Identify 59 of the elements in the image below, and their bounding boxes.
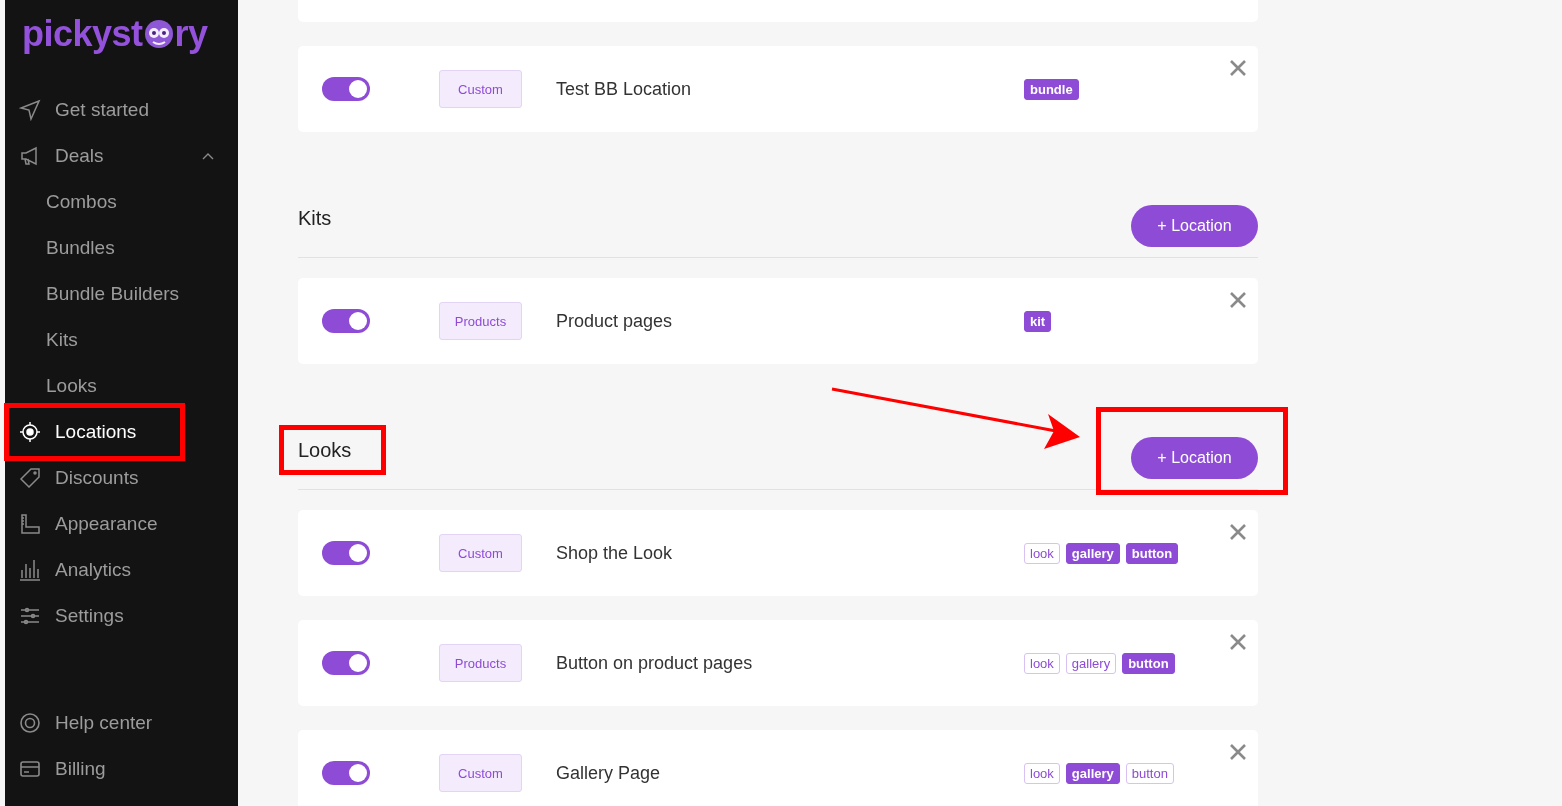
toggle-switch[interactable] (322, 77, 370, 101)
location-name: Shop the Look (556, 542, 674, 564)
tag: gallery (1065, 652, 1117, 674)
nav-item[interactable]: Settings (5, 593, 238, 639)
nav-item[interactable]: Bundle Builders (5, 271, 238, 317)
toggle-switch[interactable] (322, 309, 370, 333)
location-name: Button on product pages (556, 652, 754, 674)
nav-item[interactable]: Help center (5, 700, 238, 746)
nav-item[interactable]: Kits (5, 317, 238, 363)
tag: button (1122, 652, 1175, 674)
ruler-icon (19, 513, 41, 535)
close-icon[interactable] (1230, 60, 1246, 76)
close-icon[interactable] (1230, 524, 1246, 540)
type-chip: Custom (439, 534, 522, 572)
target-icon (19, 421, 41, 443)
paper-plane-icon (19, 99, 41, 121)
toggle-switch[interactable] (322, 541, 370, 565)
close-icon[interactable] (1230, 744, 1246, 760)
location-name: Product pages (556, 310, 674, 332)
section-title: Looks (279, 425, 387, 475)
type-chip: Products (439, 302, 522, 340)
toggle-switch[interactable] (322, 761, 370, 785)
logo-text: ry (174, 13, 208, 55)
tag: bundle (1024, 78, 1079, 100)
nav-item[interactable]: Billing (5, 746, 238, 792)
nav-item[interactable]: Locations (4, 403, 185, 461)
credit-card-icon (19, 758, 41, 780)
tag: gallery (1065, 542, 1120, 564)
close-icon[interactable] (1230, 292, 1246, 308)
tag: look (1024, 762, 1060, 784)
tag: button (1125, 542, 1179, 564)
tag: look (1024, 542, 1060, 564)
nav-item[interactable]: Combos (5, 179, 238, 225)
tag-icon (19, 467, 41, 489)
mascot-face-icon (143, 18, 174, 50)
type-chip: Custom (439, 70, 522, 108)
tag: gallery (1065, 762, 1120, 784)
tag: kit (1024, 310, 1052, 332)
add-location-button[interactable]: + Location (1131, 437, 1258, 479)
tag: button (1125, 762, 1174, 784)
location-name: Gallery Page (556, 762, 662, 784)
nav-item[interactable]: Bundles (5, 225, 238, 271)
nav-item[interactable]: Analytics (5, 547, 238, 593)
section-title: Kits (297, 206, 333, 231)
location-name: Test BB Location (556, 78, 693, 100)
logo-text: pickyst (22, 13, 143, 55)
settings-icon (19, 605, 41, 627)
close-icon[interactable] (1230, 634, 1246, 650)
type-chip: Products (439, 644, 522, 682)
nav-item[interactable]: Get started (5, 87, 238, 133)
nav-item[interactable]: Appearance (5, 501, 238, 547)
tag: look (1024, 652, 1060, 674)
nav-item[interactable]: Deals (5, 133, 238, 179)
caret-icon (202, 152, 214, 160)
type-chip: Custom (439, 754, 522, 792)
lifebuoy-icon (19, 712, 41, 734)
bar-chart-icon (19, 559, 41, 581)
toggle-switch[interactable] (322, 651, 370, 675)
add-location-button[interactable]: + Location (1131, 205, 1258, 247)
